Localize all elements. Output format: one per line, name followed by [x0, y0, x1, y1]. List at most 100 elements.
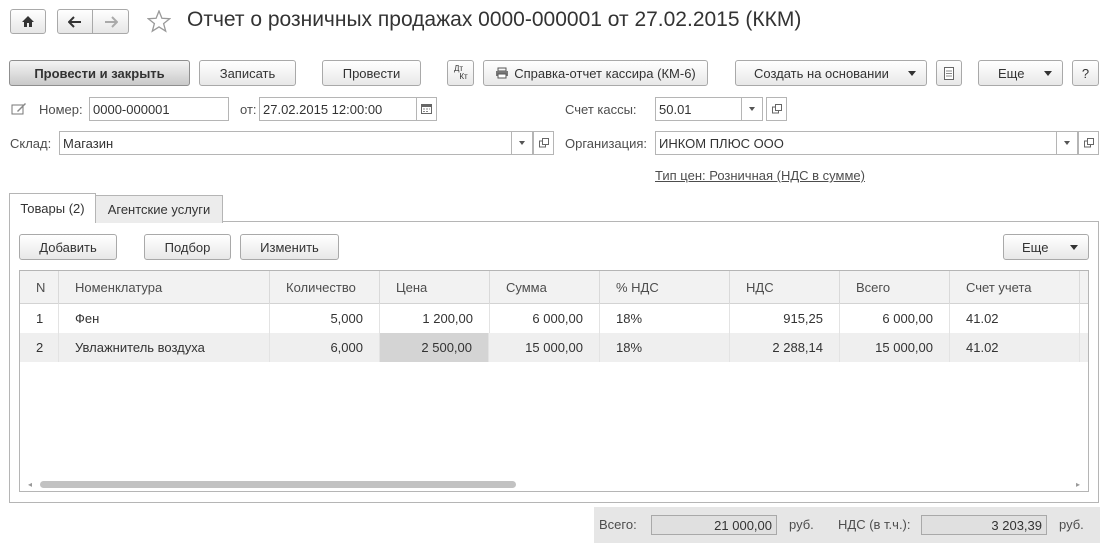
table-cell-selected[interactable]: 2 500,00	[380, 333, 489, 362]
save-button[interactable]: Записать	[199, 60, 296, 86]
document-icon	[944, 66, 954, 80]
open-icon	[538, 138, 549, 148]
home-icon	[22, 16, 34, 27]
table-cell[interactable]: 1 200,00	[380, 304, 490, 333]
more-label: Еще	[998, 65, 1025, 81]
change-button[interactable]: Изменить	[240, 234, 339, 260]
table-cell[interactable]: 6,000	[270, 333, 380, 362]
cash-account-open-button[interactable]	[766, 97, 787, 121]
calendar-button[interactable]	[416, 97, 437, 121]
cashier-report-label: Справка-отчет кассира (КМ-6)	[514, 65, 696, 81]
cashier-report-button[interactable]: Справка-отчет кассира (КМ-6)	[483, 60, 708, 86]
scroll-right-icon[interactable]: ▸	[1076, 480, 1080, 489]
date-field[interactable]: 27.02.2015 12:00:00	[259, 97, 417, 121]
table-cell[interactable]: 41.02	[950, 304, 1080, 333]
column-header[interactable]: Номенклатура	[59, 271, 270, 304]
column-header[interactable]: N	[20, 271, 59, 304]
total-label: Всего:	[599, 517, 637, 532]
warehouse-label: Склад:	[10, 136, 52, 151]
arrow-right-icon	[104, 15, 118, 28]
vat-currency: руб.	[1059, 517, 1084, 532]
table-cell[interactable]: 2 288,14	[730, 333, 840, 362]
edit-document-icon	[11, 103, 26, 115]
warehouse-field[interactable]: Магазин	[59, 131, 512, 155]
arrow-left-icon	[68, 15, 81, 28]
page-title: Отчет о розничных продажах 0000-000001 о…	[187, 8, 802, 31]
column-header[interactable]: Цена	[380, 271, 490, 304]
document-report-button[interactable]	[936, 60, 962, 86]
horizontal-scrollbar[interactable]	[40, 481, 516, 488]
table-more-button[interactable]: Еще	[1003, 234, 1089, 260]
create-based-on-button[interactable]: Создать на основании	[735, 60, 927, 86]
selection-button[interactable]: Подбор	[144, 234, 231, 260]
table-cell[interactable]: Фен	[59, 304, 270, 333]
column-header[interactable]: Количество	[270, 271, 380, 304]
tab-agent-services[interactable]: Агентские услуги	[95, 195, 223, 223]
number-label: Номер:	[39, 102, 83, 117]
total-field: 21 000,00	[651, 515, 777, 535]
organization-open-button[interactable]	[1078, 131, 1099, 155]
organization-field[interactable]: ИНКОМ ПЛЮС ООО	[655, 131, 1057, 155]
post-and-close-button[interactable]: Провести и закрыть	[9, 60, 190, 86]
table-cell[interactable]: 915,25	[730, 304, 840, 333]
open-icon	[1083, 138, 1094, 148]
vat-label: НДС (в т.ч.):	[838, 517, 911, 532]
create-based-on-label: Создать на основании	[754, 65, 889, 81]
home-button[interactable]	[10, 9, 46, 34]
goods-table: N Номенклатура Количество Цена Сумма % Н…	[19, 270, 1089, 492]
table-cell[interactable]: 18%	[600, 304, 730, 333]
warehouse-open-button[interactable]	[533, 131, 554, 155]
help-button[interactable]: ?	[1072, 60, 1099, 86]
table-cell[interactable]: 6 000,00	[840, 304, 950, 333]
scroll-left-icon[interactable]: ◂	[28, 480, 32, 489]
forward-button[interactable]	[92, 9, 129, 34]
chevron-down-icon	[749, 107, 755, 111]
totals-footer: Всего: 21 000,00 руб. НДС (в т.ч.): 3 20…	[594, 507, 1100, 543]
column-header[interactable]: НДС	[730, 271, 840, 304]
calendar-icon	[421, 104, 432, 114]
printer-icon	[496, 67, 509, 79]
table-cell[interactable]: 1	[20, 304, 59, 333]
vat-field: 3 203,39	[921, 515, 1047, 535]
table-cell[interactable]: 6 000,00	[490, 304, 600, 333]
chevron-down-icon	[519, 141, 525, 145]
table-cell[interactable]: 15 000,00	[840, 333, 950, 362]
chevron-down-icon	[1064, 141, 1070, 145]
table-header: N Номенклатура Количество Цена Сумма % Н…	[20, 271, 1088, 304]
table-cell[interactable]: 41.02	[950, 333, 1080, 362]
favorite-star-button[interactable]	[146, 9, 172, 36]
table-cell[interactable]: 5,000	[270, 304, 380, 333]
cash-account-dropdown-button[interactable]	[741, 97, 763, 121]
post-button[interactable]: Провести	[322, 60, 421, 86]
back-button[interactable]	[57, 9, 93, 34]
chevron-down-icon	[908, 71, 916, 76]
table-more-label: Еще	[1022, 239, 1049, 255]
chevron-down-icon	[1044, 71, 1052, 76]
column-header[interactable]: Всего	[840, 271, 950, 304]
price-type-link[interactable]: Тип цен: Розничная (НДС в сумме)	[655, 168, 865, 183]
chevron-down-icon	[1070, 245, 1078, 250]
table-cell[interactable]: Увлажнитель воздуха	[59, 333, 270, 362]
dt-kt-button[interactable]: Дт Кт	[447, 60, 474, 86]
table-row[interactable]: 1 Фен 5,000 1 200,00 6 000,00 18% 915,25…	[20, 304, 1088, 333]
cash-account-field[interactable]: 50.01	[655, 97, 742, 121]
total-currency: руб.	[789, 517, 814, 532]
add-button[interactable]: Добавить	[19, 234, 117, 260]
table-row[interactable]: 2 Увлажнитель воздуха 6,000 2 500,00 15 …	[20, 333, 1088, 362]
open-icon	[771, 104, 782, 114]
cash-account-label: Счет кассы:	[565, 102, 637, 117]
column-header[interactable]: % НДС	[600, 271, 730, 304]
date-label: от:	[240, 102, 257, 117]
dt-kt-icon: Дт Кт	[453, 64, 468, 81]
more-button[interactable]: Еще	[978, 60, 1063, 86]
number-field[interactable]: 0000-000001	[89, 97, 229, 121]
table-cell[interactable]: 2	[20, 333, 59, 362]
organization-label: Организация:	[565, 136, 648, 151]
warehouse-dropdown-button[interactable]	[511, 131, 533, 155]
column-header[interactable]: Счет учета	[950, 271, 1080, 304]
table-cell[interactable]: 18%	[600, 333, 730, 362]
column-header[interactable]: Сумма	[490, 271, 600, 304]
tab-goods[interactable]: Товары (2)	[9, 193, 96, 223]
table-cell[interactable]: 15 000,00	[490, 333, 600, 362]
organization-dropdown-button[interactable]	[1056, 131, 1078, 155]
